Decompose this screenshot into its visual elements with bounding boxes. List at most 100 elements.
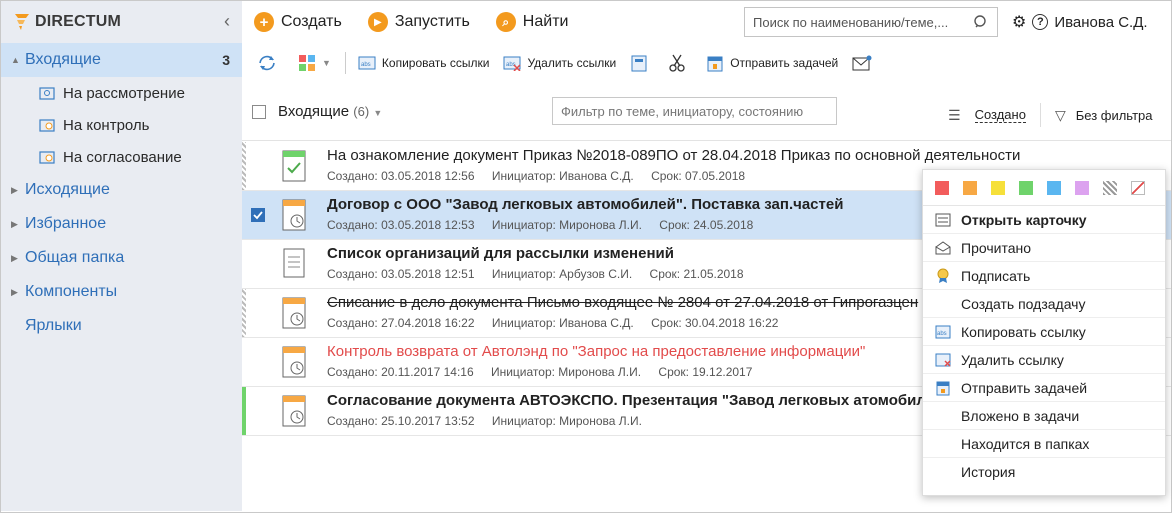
open-envelope-icon <box>935 240 951 256</box>
menu-delete-link[interactable]: Удалить ссылку <box>923 346 1165 374</box>
context-menu: Открыть карточку Прочитано Подписать Соз… <box>922 169 1166 496</box>
sidebar-item-shared-folder[interactable]: ▶ Общая папка <box>1 241 242 275</box>
item-initiator: Инициатор: Миронова Л.И. <box>491 218 642 232</box>
menu-open-card[interactable]: Открыть карточку <box>923 206 1165 234</box>
document-check-icon <box>282 150 306 182</box>
menu-label: История <box>961 464 1016 480</box>
copy-link-icon: abs <box>358 56 376 70</box>
folder-title[interactable]: Входящие (6) ▼ <box>278 103 382 120</box>
send-task-icon <box>935 380 951 396</box>
view-mode-button[interactable]: ▼ <box>298 54 331 72</box>
copy-links-label: Копировать ссылки <box>381 56 490 70</box>
svg-text:abs: abs <box>937 331 947 337</box>
expand-arrow-icon: ▶ <box>11 184 18 195</box>
menu-sign[interactable]: Подписать <box>923 262 1165 290</box>
paste-link-button[interactable] <box>630 54 654 72</box>
envelope-icon <box>852 55 872 71</box>
menu-label: Создать подзадачу <box>961 295 1086 312</box>
menu-label: Прочитано <box>961 239 1031 256</box>
chevron-down-icon: ▼ <box>322 58 331 68</box>
sidebar-item-label: На рассмотрение <box>63 84 185 102</box>
item-created: Создано: 03.05.2018 12:51 <box>327 267 475 281</box>
copy-links-button[interactable]: abs Копировать ссылки <box>358 55 490 71</box>
select-all-checkbox[interactable] <box>252 104 266 119</box>
delete-link-icon: abs <box>503 56 521 71</box>
item-created: Создано: 25.10.2017 13:52 <box>327 414 475 428</box>
sort-divider <box>1039 103 1041 127</box>
color-swatch-blue[interactable] <box>1047 180 1061 195</box>
item-meta: Создано: 25.10.2017 13:52 Инициатор: Мир… <box>327 414 656 428</box>
expand-arrow-icon: ▶ <box>11 218 18 229</box>
sidebar-item-components[interactable]: ▶ Компоненты <box>1 275 242 309</box>
sidebar-item-favorites[interactable]: ▶ Избранное <box>1 207 242 241</box>
find-button[interactable]: ⌕ Найти <box>495 12 569 32</box>
sidebar-item-label: На согласование <box>63 148 182 166</box>
send-task-label: Отправить задачей <box>730 56 839 70</box>
toolbar: ▼ abs Копировать ссылки abs Удалить ссыл… <box>242 43 1171 83</box>
sidebar-item-shortcuts[interactable]: Ярлыки <box>1 309 242 343</box>
item-meta: Создано: 03.05.2018 12:51 Инициатор: Арб… <box>327 267 758 281</box>
color-swatch-red[interactable] <box>935 180 949 195</box>
collapse-sidebar-icon[interactable]: ‹ <box>224 11 230 32</box>
menu-send-task[interactable]: Отправить задачей <box>923 374 1165 402</box>
color-swatch-hatched[interactable] <box>1103 180 1117 195</box>
sidebar-item-approval[interactable]: На согласование <box>1 141 242 173</box>
no-color-icon[interactable] <box>1131 180 1145 195</box>
color-swatch-purple[interactable] <box>1075 180 1089 195</box>
create-button[interactable]: + Создать <box>254 12 342 32</box>
refresh-icon <box>259 55 275 71</box>
sort-lines-icon[interactable]: ☰ <box>948 107 961 124</box>
item-created: Создано: 03.05.2018 12:56 <box>327 169 475 183</box>
send-task-button[interactable]: Отправить задачей <box>706 54 838 72</box>
sidebar-item-review[interactable]: На рассмотрение <box>1 77 242 109</box>
search-icon: ⌕ <box>495 12 516 32</box>
launch-label: Запустить <box>394 13 470 30</box>
cut-button[interactable] <box>668 54 692 72</box>
find-label: Найти <box>522 13 569 30</box>
filter-mode-label[interactable]: Без фильтра <box>1076 108 1153 123</box>
delete-links-button[interactable]: abs Удалить ссылки <box>503 55 616 71</box>
sidebar: DIRECTUM ‹ ▲ Входящие 3 На рассмотрение … <box>1 1 242 511</box>
menu-located-in-folders[interactable]: Находится в папках <box>923 430 1165 458</box>
menu-copy-link[interactable]: abs Копировать ссылку <box>923 318 1165 346</box>
user-name[interactable]: Иванова С.Д. <box>1054 14 1147 31</box>
plus-icon: + <box>254 12 274 32</box>
launch-button[interactable]: ▶ Запустить <box>367 12 470 32</box>
color-swatch-yellow[interactable] <box>991 180 1005 195</box>
refresh-button[interactable] <box>256 52 284 74</box>
menu-label: Удалить ссылку <box>961 351 1064 368</box>
play-icon: ▶ <box>367 12 388 32</box>
email-button[interactable] <box>852 55 878 71</box>
item-initiator: Инициатор: Арбузов С.И. <box>491 267 633 281</box>
funnel-icon[interactable]: ▽ <box>1055 107 1066 124</box>
tiles-icon <box>299 55 315 71</box>
menu-label: Находится в папках <box>961 435 1090 452</box>
color-picker <box>923 170 1165 206</box>
row-checkbox-checked[interactable] <box>251 208 265 222</box>
clipboard-icon <box>631 55 647 72</box>
item-title: Списание в дело документа Письмо входяще… <box>327 294 919 311</box>
sidebar-item-outgoing[interactable]: ▶ Исходящие <box>1 173 242 207</box>
help-icon[interactable]: ? <box>1032 14 1049 30</box>
empty-icon-slot <box>935 296 951 312</box>
menu-mark-read[interactable]: Прочитано <box>923 234 1165 262</box>
global-search-input[interactable]: Поиск по наименованию/теме,... <box>744 7 998 37</box>
settings-gear-icon[interactable]: ⚙ <box>1012 12 1026 32</box>
menu-attached-to-tasks[interactable]: Вложено в задачи <box>923 402 1165 430</box>
empty-icon-slot <box>935 408 951 424</box>
menu-history[interactable]: История <box>923 458 1165 486</box>
item-title: Список организаций для рассылки изменени… <box>327 245 674 262</box>
color-swatch-orange[interactable] <box>963 180 977 195</box>
row-marker <box>242 142 246 190</box>
color-swatch-green[interactable] <box>1019 180 1033 195</box>
item-title: Договор с ООО "Завод легковых автомобиле… <box>327 196 844 213</box>
sidebar-item-inbox[interactable]: ▲ Входящие 3 <box>1 43 242 77</box>
item-meta: Создано: 20.11.2017 14:16 Инициатор: Мир… <box>327 365 766 379</box>
sidebar-item-control[interactable]: На контроль <box>1 109 242 141</box>
search-icon[interactable] <box>973 14 989 30</box>
sort-label[interactable]: Создано <box>974 107 1026 123</box>
filter-input[interactable]: Фильтр по теме, инициатору, состоянию <box>552 97 837 125</box>
menu-create-subtask[interactable]: Создать подзадачу <box>923 290 1165 318</box>
empty-icon-slot <box>935 464 951 480</box>
menu-label: Вложено в задачи <box>961 407 1080 424</box>
